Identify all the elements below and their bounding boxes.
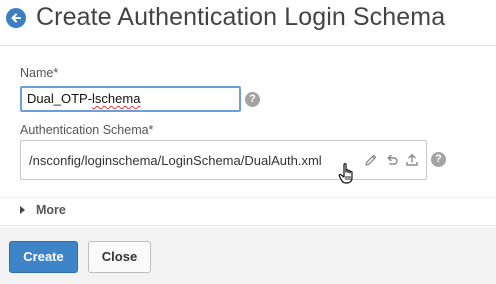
- name-field-label: Name*: [20, 66, 59, 80]
- create-button[interactable]: Create: [9, 241, 78, 273]
- more-expander[interactable]: More: [0, 197, 496, 223]
- name-input-value-prefix: Dual_OTP-: [27, 91, 93, 106]
- back-arrow-icon[interactable]: [6, 8, 26, 28]
- footer-actions: Create Close: [0, 227, 496, 284]
- page-title: Create Authentication Login Schema: [36, 3, 446, 31]
- schema-help-icon[interactable]: ?: [431, 152, 446, 167]
- upload-icon[interactable]: [404, 152, 420, 168]
- form-panel: Name* Dual_OTP-lschema ? Authentication …: [0, 45, 496, 226]
- undo-icon[interactable]: [384, 152, 400, 168]
- schema-field-label: Authentication Schema*: [20, 123, 154, 137]
- name-help-icon[interactable]: ?: [245, 92, 260, 107]
- schema-path-value: /nsconfig/loginschema/LoginSchema/DualAu…: [29, 153, 322, 168]
- schema-field[interactable]: /nsconfig/loginschema/LoginSchema/DualAu…: [20, 140, 427, 180]
- caret-right-icon: [20, 206, 25, 214]
- close-button[interactable]: Close: [88, 241, 151, 273]
- more-label: More: [36, 203, 66, 217]
- hand-cursor-icon: [338, 162, 358, 186]
- page-header: Create Authentication Login Schema: [0, 0, 496, 44]
- pencil-icon[interactable]: [363, 152, 379, 168]
- name-input[interactable]: Dual_OTP-lschema: [20, 86, 241, 112]
- name-input-value-misspelled: lschema: [92, 91, 141, 106]
